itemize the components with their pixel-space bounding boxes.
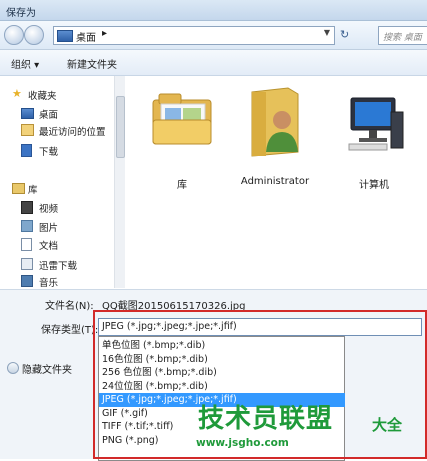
navigation-pane: ★ 收藏夹 桌面 最近访问的位置 下载 库 视频 图片 文档 迅雷下载 音乐 [0,76,113,288]
sidebar-item-libraries[interactable]: 库 [0,180,113,197]
recent-places-icon [21,124,34,136]
navigation-bar: 桌面 ▸ ▼ ↻ 搜索 桌面 [0,21,427,50]
navigation-scrollbar[interactable] [114,76,125,288]
picture-icon [21,220,33,232]
video-icon [21,201,33,214]
music-icon [21,275,33,287]
file-list: 库 Administrator 计算机 [127,76,427,288]
content-item-computer[interactable]: 计算机 [329,86,419,191]
chevron-up-icon[interactable] [7,362,19,374]
watermark-side: 大全 [372,416,403,434]
file-type-label: 保存类型(T): [41,325,99,336]
toolbar: 组织 ▾ 新建文件夹 [0,50,427,76]
organize-button[interactable]: 组织 ▾ [11,56,39,71]
desktop-icon [57,30,73,42]
sidebar-item-videos[interactable]: 视频 [0,199,113,216]
desktop-icon [21,108,34,119]
sidebar-item-label: 迅雷下载 [39,261,78,272]
download-icon [21,144,32,157]
sidebar-item-favorites[interactable]: ★ 收藏夹 [0,86,113,103]
sidebar-item-label: 图片 [39,223,59,234]
computer-icon [348,97,404,151]
content-item-libraries[interactable]: 库 [137,86,227,191]
refresh-icon[interactable]: ↻ [340,28,349,41]
sidebar-item-downloads[interactable]: 下载 [0,142,113,159]
sidebar-item-label: 库 [28,185,38,196]
user-folder-icon [251,87,299,157]
sidebar-item-label: 桌面 [39,110,59,121]
library-folder-icon [152,93,212,145]
new-folder-button[interactable]: 新建文件夹 [67,56,117,71]
address-location[interactable]: 桌面 [76,29,96,44]
hide-folders-button[interactable]: 隐藏文件夹 [22,361,72,376]
sidebar-item-label: 音乐 [39,278,59,287]
sidebar-item-desktop[interactable]: 桌面 [0,105,113,122]
content-item-administrator[interactable]: Administrator [230,86,320,187]
title-bar[interactable]: 保存为 [0,0,427,21]
sidebar-item-label: 最近访问的位置 [39,127,106,138]
document-icon [21,238,32,251]
search-input[interactable]: 搜索 桌面 [378,26,427,45]
content-item-label: 库 [177,180,187,191]
forward-button[interactable] [24,25,44,45]
sidebar-item-label: 收藏夹 [28,91,57,102]
sidebar-item-label: 下载 [39,147,59,158]
sidebar-item-pictures[interactable]: 图片 [0,218,113,235]
address-bar[interactable]: 桌面 ▸ ▼ [53,26,335,45]
sidebar-item-label: 文档 [39,241,59,252]
file-name-label: 文件名(N): [45,301,94,312]
content-item-label: 计算机 [359,180,389,191]
watermark-url: www.jsgho.com [196,437,289,449]
watermark-main: 技术员联盟 [198,404,334,434]
sidebar-item-documents[interactable]: 文档 [0,236,113,253]
window-title: 保存为 [6,8,36,19]
sidebar-item-xunlei-downloads[interactable]: 迅雷下载 [0,256,113,273]
library-icon [12,183,25,194]
scrollbar-thumb[interactable] [116,96,125,158]
xunlei-download-icon [21,258,33,270]
star-icon: ★ [12,87,22,100]
sidebar-item-music[interactable]: 音乐 [0,273,113,287]
sidebar-item-label: 视频 [39,204,59,215]
content-item-label: Administrator [240,176,310,187]
back-button[interactable] [4,25,24,45]
search-placeholder: 搜索 桌面 [383,33,422,43]
sidebar-item-recent-places[interactable]: 最近访问的位置 [0,122,113,139]
chevron-down-icon[interactable]: ▼ [324,28,330,37]
breadcrumb-chevron-icon[interactable]: ▸ [102,28,107,39]
